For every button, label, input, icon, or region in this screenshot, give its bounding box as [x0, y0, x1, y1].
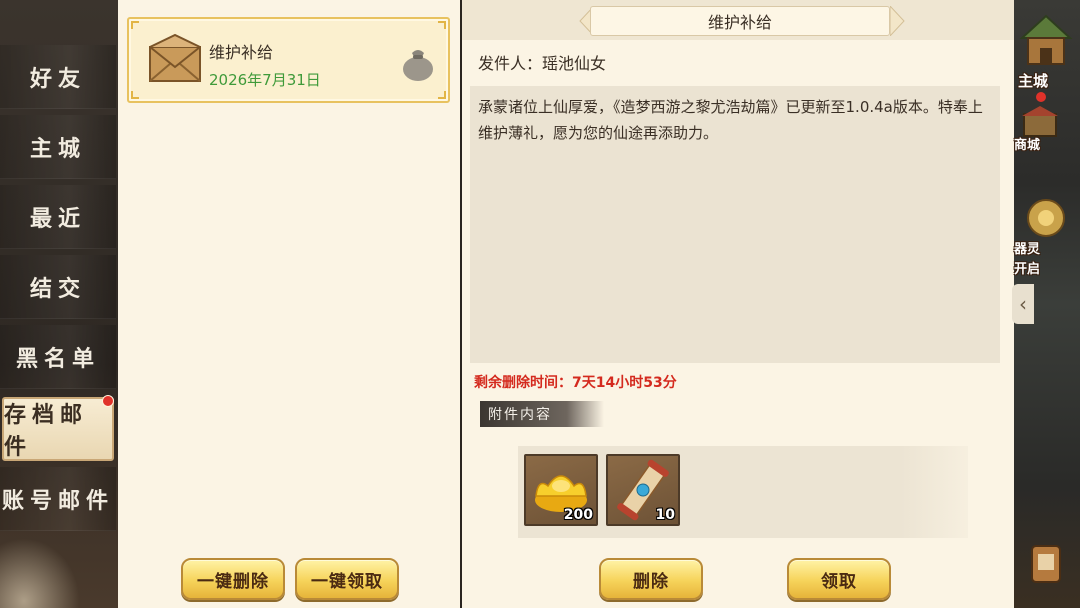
attachment-qty: 200: [563, 507, 593, 523]
card-corner-decoration: [438, 91, 446, 99]
main-city-icon[interactable]: [1018, 10, 1074, 70]
attachment-qty: 10: [655, 507, 675, 523]
tab-recent[interactable]: 最近: [0, 185, 116, 249]
ribbon-right-ornament: [890, 6, 905, 36]
tab-label: 主城: [29, 135, 86, 162]
mail-body-box: 承蒙诸位上仙厚爱，《造梦西游之黎尤浩劫篇》已更新至1.0.4a版本。特奉上维护薄…: [470, 86, 1000, 363]
delete-all-button[interactable]: 一键删除: [181, 558, 285, 600]
sender-text: 发件人：瑶池仙女: [478, 54, 607, 73]
attachment-item-gold[interactable]: 200: [524, 454, 598, 526]
notification-dot-icon: [102, 395, 114, 407]
mail-list-panel: 维护补给 2026年7月31日 一键删除 一键领取: [118, 0, 460, 608]
mail-item-title: 维护补给: [209, 43, 274, 62]
tab-label: 最近: [29, 205, 86, 232]
attachment-area: 200 10: [518, 446, 968, 538]
tab-label: 存档邮件: [4, 402, 89, 460]
money-bag-icon: [403, 50, 433, 81]
collapse-arrow-icon[interactable]: ‹: [1012, 284, 1034, 324]
tab-label: 结交: [29, 275, 86, 302]
mail-list-item[interactable]: 维护补给 2026年7月31日: [127, 17, 450, 103]
unlock-label: 开启: [1014, 262, 1041, 277]
tab-connections[interactable]: 结交: [0, 255, 116, 319]
attachment-label: 附件内容: [480, 401, 604, 427]
tab-account-mail[interactable]: 账号邮件: [0, 467, 116, 531]
artifact-spirit-icon[interactable]: [1024, 196, 1068, 240]
shop-icon[interactable]: [1020, 104, 1060, 138]
attachment-item-scroll[interactable]: 10: [606, 454, 680, 526]
claim-button[interactable]: 领取: [787, 558, 891, 600]
card-corner-decoration: [131, 21, 139, 29]
mail-item-date: 2026年7月31日: [209, 71, 321, 89]
claim-all-button[interactable]: 一键领取: [295, 558, 399, 600]
bag-menu-icon[interactable]: [1028, 542, 1064, 586]
tab-label: 账号邮件: [1, 487, 114, 514]
tab-archived-mail[interactable]: 存档邮件: [2, 395, 114, 461]
card-corner-decoration: [131, 91, 139, 99]
tab-label: 好友: [29, 65, 86, 92]
shop-label: 商城: [1014, 138, 1041, 153]
tab-friends[interactable]: 好友: [0, 45, 116, 109]
notification-dot-icon: [1036, 92, 1046, 102]
tab-label: 黑名单: [15, 345, 100, 372]
tab-blacklist[interactable]: 黑名单: [0, 325, 116, 389]
envelope-icon: [149, 33, 201, 82]
mail-body-text: 承蒙诸位上仙厚爱，《造梦西游之黎尤浩劫篇》已更新至1.0.4a版本。特奉上维护薄…: [478, 98, 983, 142]
decorative-glow: [0, 538, 80, 608]
artifact-spirit-label: 器灵: [1014, 242, 1041, 257]
mail-detail-panel: 维护补给 发件人：瑶池仙女 承蒙诸位上仙厚爱，《造梦西游之黎尤浩劫篇》已更新至1…: [462, 0, 1014, 608]
tab-main-city[interactable]: 主城: [0, 115, 116, 179]
main-city-label: 主城: [1018, 72, 1049, 90]
delete-button[interactable]: 删除: [599, 558, 703, 600]
remaining-time-text: 剩余删除时间：7天14小时53分: [474, 375, 677, 391]
detail-title: 维护补给: [590, 6, 890, 36]
card-corner-decoration: [438, 21, 446, 29]
